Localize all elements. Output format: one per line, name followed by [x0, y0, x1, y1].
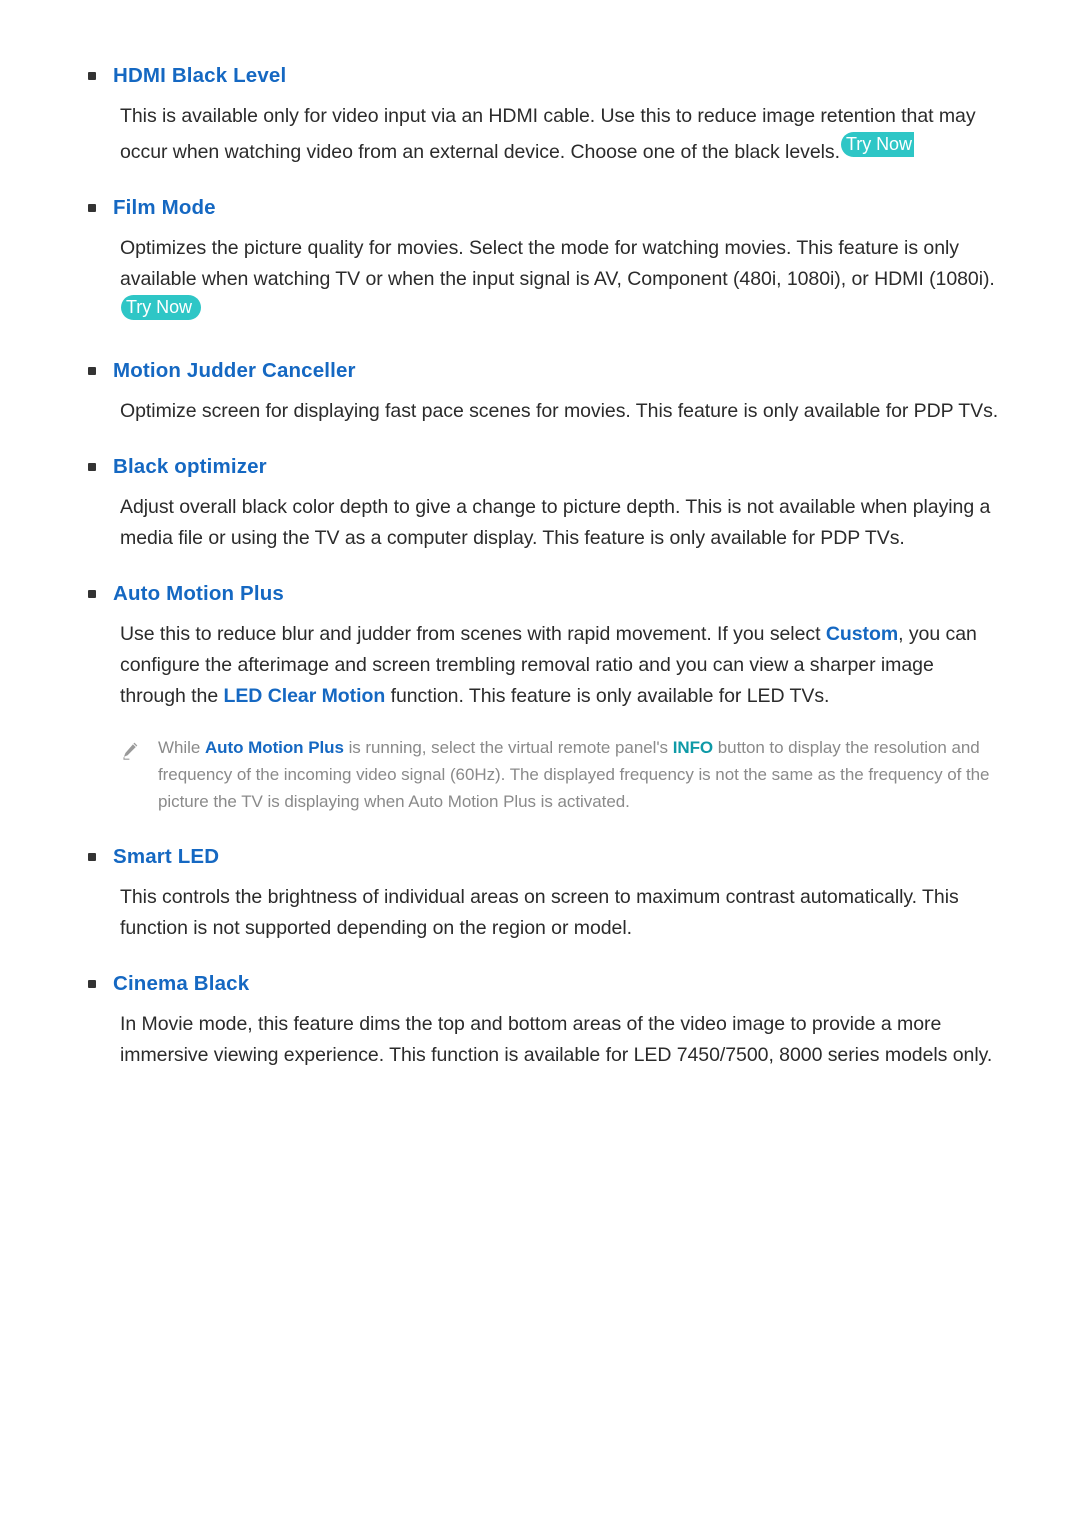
note-text: While Auto Motion Plus is running, selec… [158, 734, 1000, 815]
section-film-mode: Film Mode Optimizes the picture quality … [60, 194, 1000, 331]
section-auto-motion-plus: Auto Motion Plus Use this to reduce blur… [60, 580, 1000, 815]
heading-row: Smart LED [60, 843, 1000, 871]
heading-row: Cinema Black [60, 970, 1000, 998]
square-bullet-icon [88, 853, 96, 861]
square-bullet-icon [88, 72, 96, 80]
body-text-segment: Use this to reduce blur and judder from … [120, 623, 826, 645]
section-body: This is available only for video input v… [120, 101, 1000, 168]
note-segment: is running, select the virtual remote pa… [343, 738, 673, 757]
section-body: Adjust overall black color depth to give… [120, 496, 991, 549]
section-smart-led: Smart LED This controls the brightness o… [60, 843, 1000, 944]
body-text: Optimizes the picture quality for movies… [120, 237, 995, 290]
note-block: While Auto Motion Plus is running, selec… [120, 734, 1000, 815]
section-heading: Black optimizer [113, 455, 267, 478]
section-body: Optimizes the picture quality for movies… [120, 233, 1000, 331]
keyword-led-clear-motion[interactable]: LED Clear Motion [223, 685, 385, 707]
heading-row: Auto Motion Plus [60, 580, 1000, 608]
section-body: Use this to reduce blur and judder from … [120, 619, 1000, 712]
heading-row: HDMI Black Level [60, 62, 1000, 90]
keyword-auto-motion-plus[interactable]: Auto Motion Plus [205, 738, 344, 757]
square-bullet-icon [88, 367, 96, 375]
heading-row: Film Mode [60, 194, 1000, 222]
section-motion-judder-canceller: Motion Judder Canceller Optimize screen … [60, 357, 1000, 427]
section-heading: Motion Judder Canceller [113, 359, 356, 382]
heading-row: Motion Judder Canceller [60, 357, 1000, 385]
section-hdmi-black-level: HDMI Black Level This is available only … [60, 62, 1000, 168]
section-heading: Smart LED [113, 845, 220, 868]
square-bullet-icon [88, 204, 96, 212]
body-text-segment: function. This feature is only available… [385, 685, 830, 707]
section-heading: Film Mode [113, 196, 216, 219]
document-page: HDMI Black Level This is available only … [0, 0, 1080, 1527]
keyword-custom[interactable]: Custom [826, 623, 898, 645]
pencil-icon [120, 741, 140, 761]
section-cinema-black: Cinema Black In Movie mode, this feature… [60, 970, 1000, 1071]
heading-row: Black optimizer [60, 453, 1000, 481]
try-now-badge[interactable]: Try Now [840, 132, 914, 157]
document-content: HDMI Black Level This is available only … [60, 62, 1000, 1071]
square-bullet-icon [88, 590, 96, 598]
square-bullet-icon [88, 463, 96, 471]
square-bullet-icon [88, 980, 96, 988]
keyword-info[interactable]: INFO [673, 738, 713, 757]
section-black-optimizer: Black optimizer Adjust overall black col… [60, 453, 1000, 554]
section-heading: Auto Motion Plus [113, 582, 284, 605]
note-segment: While [158, 738, 205, 757]
section-heading: Cinema Black [113, 972, 250, 995]
section-heading: HDMI Black Level [113, 64, 287, 87]
section-body: This controls the brightness of individu… [120, 886, 959, 939]
try-now-badge[interactable]: Try Now [121, 295, 201, 320]
section-body: Optimize screen for displaying fast pace… [120, 400, 999, 422]
section-body: In Movie mode, this feature dims the top… [120, 1013, 993, 1066]
